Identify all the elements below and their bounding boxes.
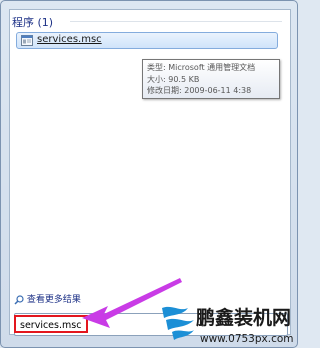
watermark-url: www.0753px.com bbox=[200, 333, 294, 345]
see-more-results-link[interactable]: 查看更多结果 bbox=[14, 292, 81, 305]
tooltip-type: 类型: Microsoft 通用管理文档 bbox=[147, 63, 256, 72]
result-services-msc[interactable]: services.msc bbox=[16, 32, 278, 49]
tooltip-size: 大小: 90.5 KB bbox=[147, 74, 200, 84]
tooltip-modified: 修改日期: 2009-06-11 4:38 bbox=[147, 86, 252, 95]
msc-file-icon bbox=[21, 35, 33, 46]
programs-group-header: 程序 (1) bbox=[12, 16, 54, 29]
result-label: services.msc bbox=[37, 34, 102, 45]
group-divider bbox=[70, 21, 282, 22]
red-highlight-box bbox=[14, 315, 88, 333]
see-more-label: 查看更多结果 bbox=[26, 295, 81, 305]
magnifier-icon bbox=[14, 294, 24, 305]
watermark-logo: 鹏鑫装机网 www.0753px.com bbox=[162, 306, 294, 345]
watermark-title: 鹏鑫装机网 bbox=[196, 306, 291, 329]
file-tooltip: 类型: Microsoft 通用管理文档 大小: 90.5 KB 修改日期: 2… bbox=[142, 59, 280, 99]
